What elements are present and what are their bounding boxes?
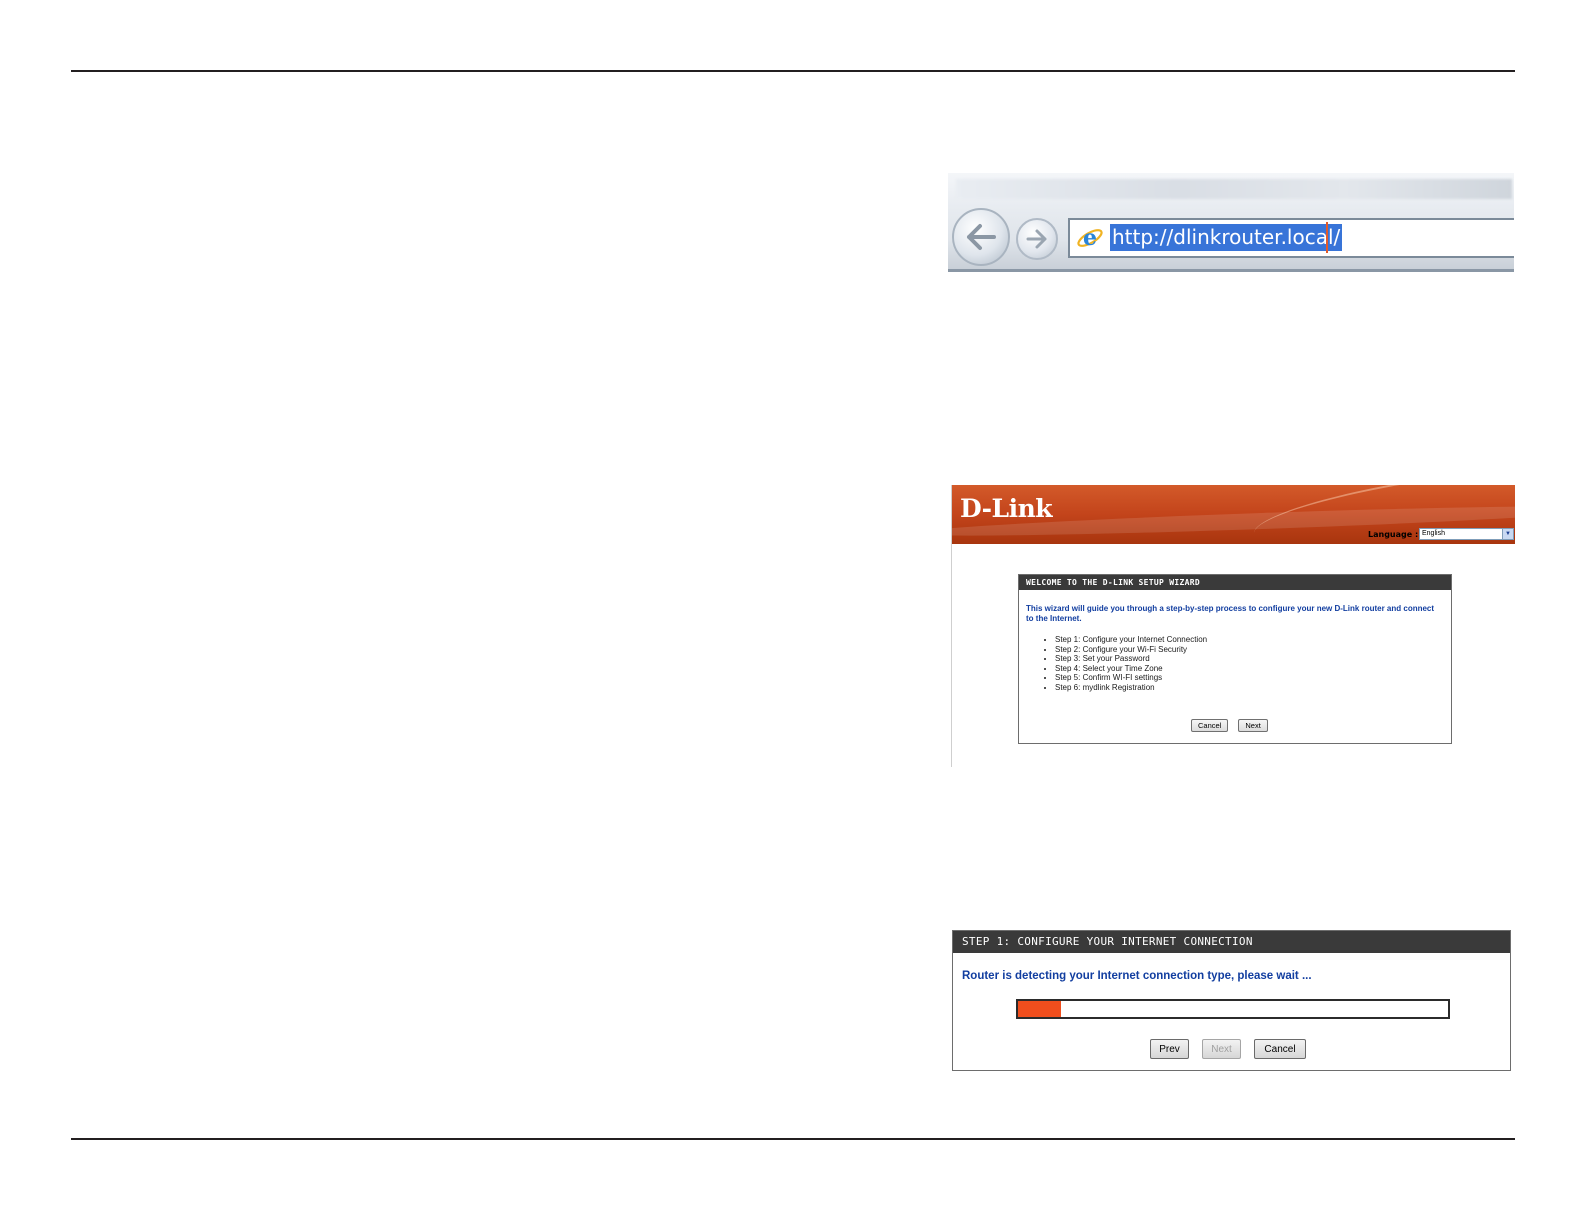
wizard-buttons: Cancel Next <box>1191 719 1268 732</box>
svg-text:e: e <box>1083 225 1097 251</box>
list-item: Step 5: Confirm WI-FI settings <box>1055 673 1451 683</box>
cancel-button[interactable]: Cancel <box>1254 1039 1306 1059</box>
address-url-text[interactable]: http://dlinkrouter.local/ <box>1110 224 1343 251</box>
list-item: Step 1: Configure your Internet Connecti… <box>1055 635 1451 645</box>
setup-wizard-screenshot: D-Link Language : English ▼ WELCOME TO T… <box>951 485 1515 767</box>
top-rule <box>71 70 1515 72</box>
address-field[interactable]: e http://dlinkrouter.local/ <box>1068 218 1514 258</box>
wizard-next-button[interactable]: Next <box>1238 719 1268 732</box>
progress-fill <box>1018 1001 1061 1017</box>
language-select[interactable]: English ▼ <box>1419 528 1514 540</box>
browser-address-bar-screenshot: e http://dlinkrouter.local/ <box>948 173 1514 272</box>
step1-buttons: Prev Next Cancel <box>1150 1039 1306 1059</box>
text-caret <box>1326 222 1328 253</box>
back-arrow-icon[interactable] <box>952 208 1010 266</box>
wizard-header: WELCOME TO THE D-LINK SETUP WIZARD <box>1019 575 1451 590</box>
detecting-message: Router is detecting your Internet connec… <box>962 970 1312 982</box>
step1-internet-connection-panel: STEP 1: CONFIGURE YOUR INTERNET CONNECTI… <box>952 930 1511 1071</box>
blurred-tab-strip <box>956 179 1512 199</box>
step1-header: STEP 1: CONFIGURE YOUR INTERNET CONNECTI… <box>953 931 1510 953</box>
forward-arrow-icon[interactable] <box>1016 218 1058 260</box>
wizard-intro: This wizard will guide you through a ste… <box>1026 604 1435 623</box>
dlink-logo: D-Link <box>960 494 1053 523</box>
list-item: Step 6: mydlink Registration <box>1055 683 1451 693</box>
bottom-rule <box>71 1138 1515 1140</box>
dlink-banner: D-Link Language : English ▼ <box>952 485 1515 544</box>
language-label: Language : <box>1368 530 1419 539</box>
list-item: Step 4: Select your Time Zone <box>1055 664 1451 674</box>
language-select-value: English <box>1422 530 1445 537</box>
internet-explorer-icon: e <box>1076 224 1104 256</box>
list-item: Step 3: Set your Password <box>1055 654 1451 664</box>
list-item: Step 2: Configure your Wi-Fi Security <box>1055 645 1451 655</box>
wizard-step-list: Step 1: Configure your Internet Connecti… <box>1055 635 1451 692</box>
wizard-cancel-button[interactable]: Cancel <box>1191 719 1229 732</box>
detection-progress-bar <box>1016 999 1450 1019</box>
prev-button[interactable]: Prev <box>1150 1039 1189 1059</box>
next-button-disabled[interactable]: Next <box>1202 1039 1241 1059</box>
chevron-down-icon[interactable]: ▼ <box>1502 529 1513 539</box>
welcome-wizard-panel: WELCOME TO THE D-LINK SETUP WIZARD This … <box>1018 574 1452 744</box>
